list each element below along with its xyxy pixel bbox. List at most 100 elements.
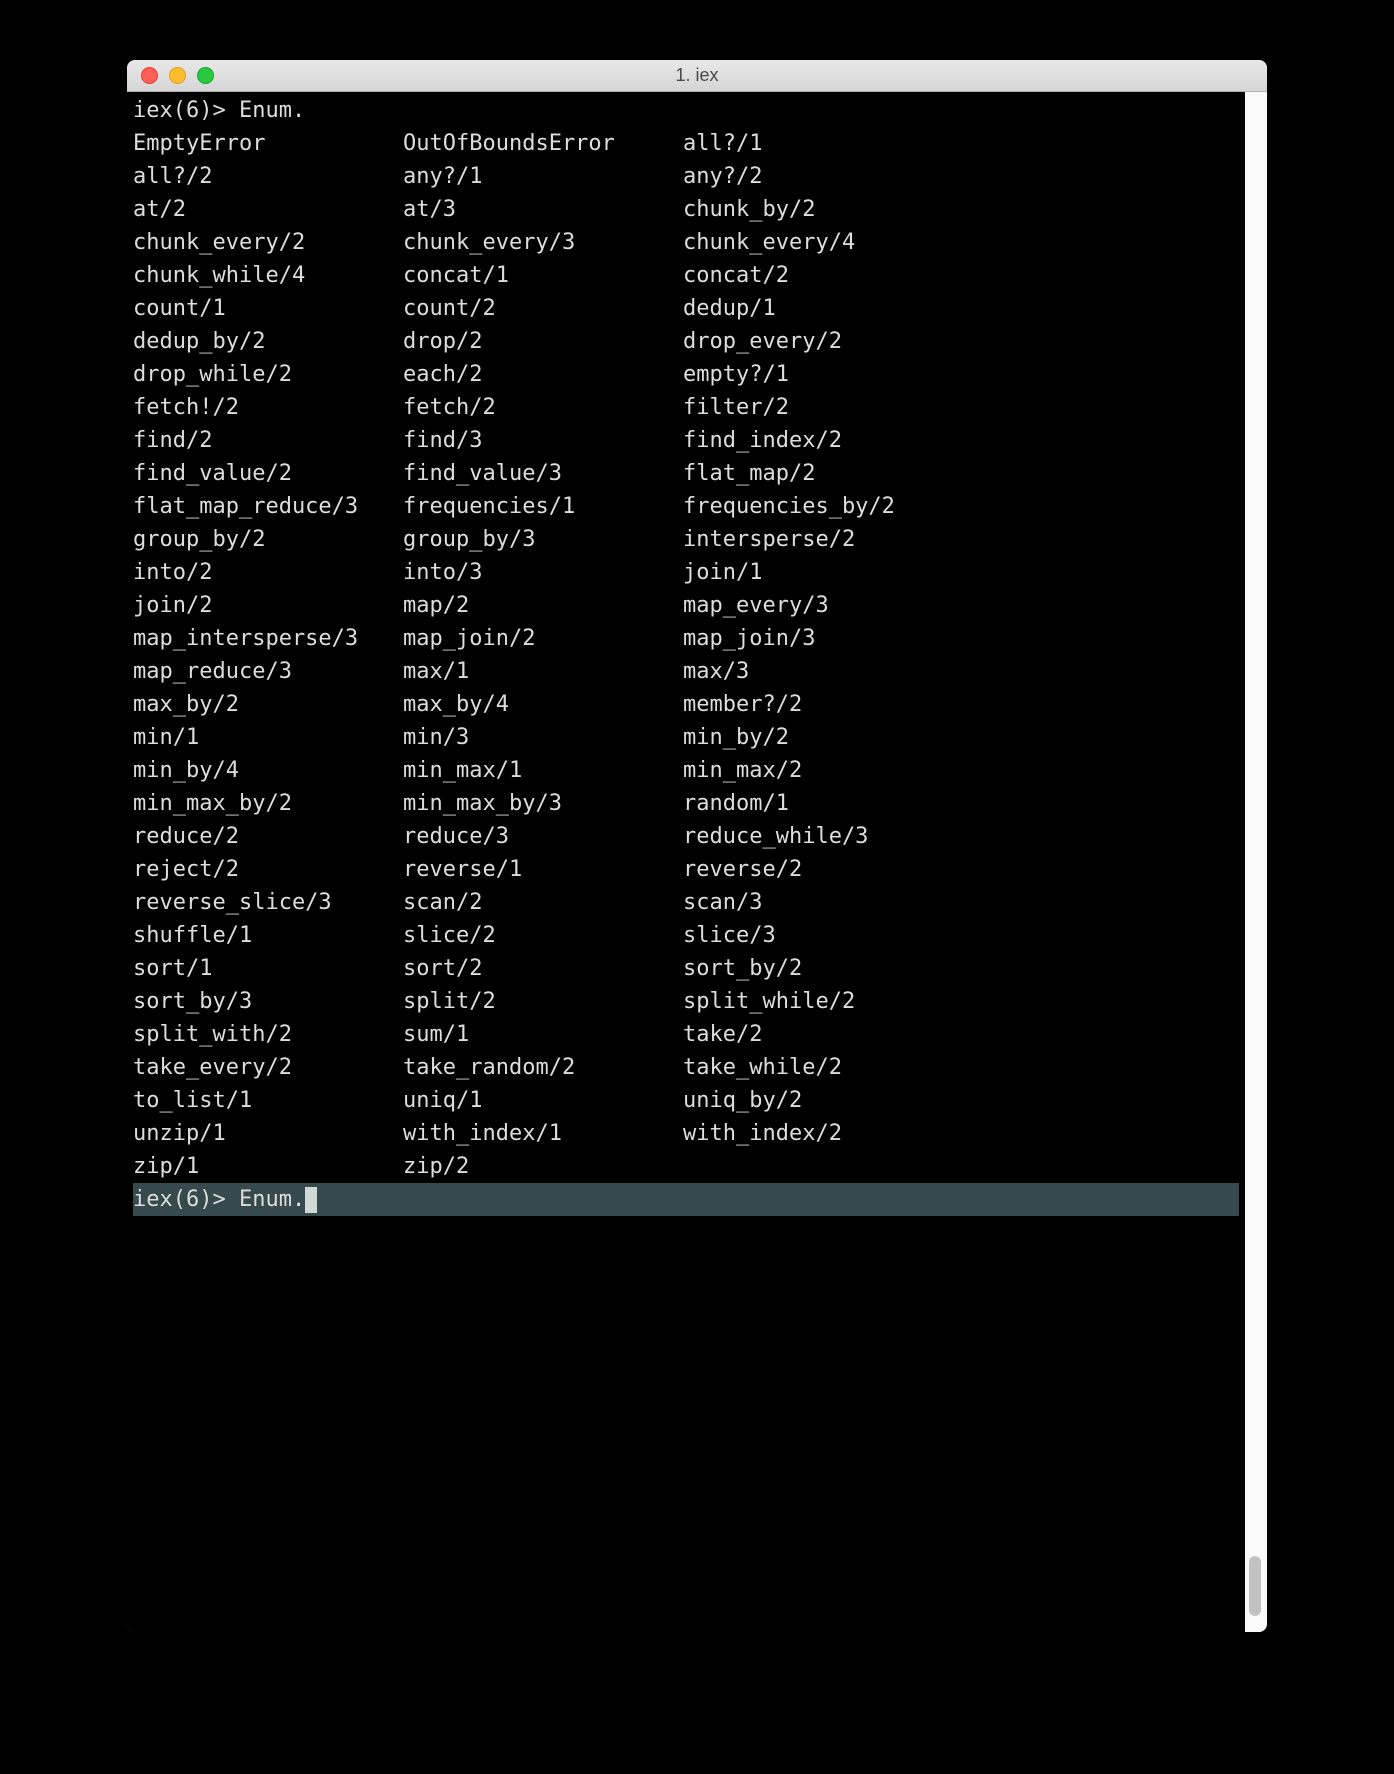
completion-item: drop_every/2: [683, 325, 1239, 358]
completion-item: map/2: [403, 589, 683, 622]
prompt-output-line: iex(6)> Enum.: [133, 94, 1239, 127]
completion-item: chunk_while/4: [133, 259, 403, 292]
completion-item: reject/2: [133, 853, 403, 886]
completion-item: min/1: [133, 721, 403, 754]
scrollbar[interactable]: [1245, 92, 1267, 1632]
prompt-input-text: iex(6)> Enum.: [133, 1183, 305, 1216]
completion-item: min_by/2: [683, 721, 1239, 754]
prompt-input-line[interactable]: iex(6)> Enum.: [133, 1183, 1239, 1216]
completion-item: sum/1: [403, 1018, 683, 1051]
completion-item: group_by/2: [133, 523, 403, 556]
completion-item: reverse_slice/3: [133, 886, 403, 919]
completion-item: min_by/4: [133, 754, 403, 787]
completion-item: any?/1: [403, 160, 683, 193]
completion-item: zip/1: [133, 1150, 403, 1183]
completion-item: min_max/2: [683, 754, 1239, 787]
completion-item: chunk_by/2: [683, 193, 1239, 226]
completion-item: EmptyError: [133, 127, 403, 160]
completion-item: intersperse/2: [683, 523, 1239, 556]
completion-item: uniq_by/2: [683, 1084, 1239, 1117]
completion-item: uniq/1: [403, 1084, 683, 1117]
completion-item: chunk_every/3: [403, 226, 683, 259]
completion-item: take/2: [683, 1018, 1239, 1051]
completion-item: max_by/4: [403, 688, 683, 721]
completion-item: any?/2: [683, 160, 1239, 193]
window-title: 1. iex: [127, 65, 1267, 86]
scrollbar-thumb[interactable]: [1249, 1556, 1261, 1616]
completion-grid: EmptyErrorOutOfBoundsErrorall?/1all?/2an…: [133, 127, 1239, 1183]
completion-item: map_join/3: [683, 622, 1239, 655]
completion-item: flat_map/2: [683, 457, 1239, 490]
completion-item: drop/2: [403, 325, 683, 358]
completion-item: join/1: [683, 556, 1239, 589]
completion-item: take_random/2: [403, 1051, 683, 1084]
completion-item: scan/2: [403, 886, 683, 919]
completion-item: filter/2: [683, 391, 1239, 424]
completion-item: all?/1: [683, 127, 1239, 160]
completion-item: map_every/3: [683, 589, 1239, 622]
completion-item: flat_map_reduce/3: [133, 490, 403, 523]
completion-item: sort/2: [403, 952, 683, 985]
completion-item: into/3: [403, 556, 683, 589]
completion-item: join/2: [133, 589, 403, 622]
completion-item: find_index/2: [683, 424, 1239, 457]
completion-item: at/3: [403, 193, 683, 226]
completion-item: chunk_every/4: [683, 226, 1239, 259]
completion-item: max/1: [403, 655, 683, 688]
completion-item: dedup_by/2: [133, 325, 403, 358]
completion-item: count/1: [133, 292, 403, 325]
completion-item: dedup/1: [683, 292, 1239, 325]
completion-item: into/2: [133, 556, 403, 589]
completion-item: group_by/3: [403, 523, 683, 556]
completion-item: frequencies_by/2: [683, 490, 1239, 523]
completion-item: chunk_every/2: [133, 226, 403, 259]
completion-item: min_max/1: [403, 754, 683, 787]
terminal-wrap: iex(6)> Enum. EmptyErrorOutOfBoundsError…: [127, 92, 1267, 1632]
completion-item: reverse/2: [683, 853, 1239, 886]
completion-item: empty?/1: [683, 358, 1239, 391]
terminal[interactable]: iex(6)> Enum. EmptyErrorOutOfBoundsError…: [127, 92, 1245, 1632]
titlebar[interactable]: 1. iex: [127, 60, 1267, 92]
completion-item: fetch/2: [403, 391, 683, 424]
completion-item: min/3: [403, 721, 683, 754]
completion-item: with_index/2: [683, 1117, 1239, 1150]
completion-item: at/2: [133, 193, 403, 226]
completion-item: map_reduce/3: [133, 655, 403, 688]
completion-item: to_list/1: [133, 1084, 403, 1117]
completion-item: scan/3: [683, 886, 1239, 919]
completion-item: max/3: [683, 655, 1239, 688]
completion-item: reduce/3: [403, 820, 683, 853]
completion-item: all?/2: [133, 160, 403, 193]
completion-item: max_by/2: [133, 688, 403, 721]
completion-item: split_with/2: [133, 1018, 403, 1051]
completion-item: fetch!/2: [133, 391, 403, 424]
completion-item: zip/2: [403, 1150, 683, 1183]
completion-item: take_every/2: [133, 1051, 403, 1084]
completion-item: sort_by/3: [133, 985, 403, 1018]
completion-item: find/2: [133, 424, 403, 457]
completion-item: count/2: [403, 292, 683, 325]
completion-item: unzip/1: [133, 1117, 403, 1150]
completion-item: member?/2: [683, 688, 1239, 721]
completion-item: slice/2: [403, 919, 683, 952]
completion-item: frequencies/1: [403, 490, 683, 523]
completion-item: find_value/3: [403, 457, 683, 490]
completion-item: slice/3: [683, 919, 1239, 952]
completion-item: random/1: [683, 787, 1239, 820]
completion-item: map_join/2: [403, 622, 683, 655]
completion-item: find_value/2: [133, 457, 403, 490]
completion-item: reduce_while/3: [683, 820, 1239, 853]
completion-item: concat/1: [403, 259, 683, 292]
completion-item: sort/1: [133, 952, 403, 985]
completion-item: drop_while/2: [133, 358, 403, 391]
completion-item: map_intersperse/3: [133, 622, 403, 655]
completion-item: sort_by/2: [683, 952, 1239, 985]
completion-item: min_max_by/3: [403, 787, 683, 820]
completion-item: find/3: [403, 424, 683, 457]
completion-item: shuffle/1: [133, 919, 403, 952]
completion-item: reverse/1: [403, 853, 683, 886]
completion-item: concat/2: [683, 259, 1239, 292]
cursor-icon: [305, 1187, 317, 1213]
completion-item: OutOfBoundsError: [403, 127, 683, 160]
completion-item: split_while/2: [683, 985, 1239, 1018]
